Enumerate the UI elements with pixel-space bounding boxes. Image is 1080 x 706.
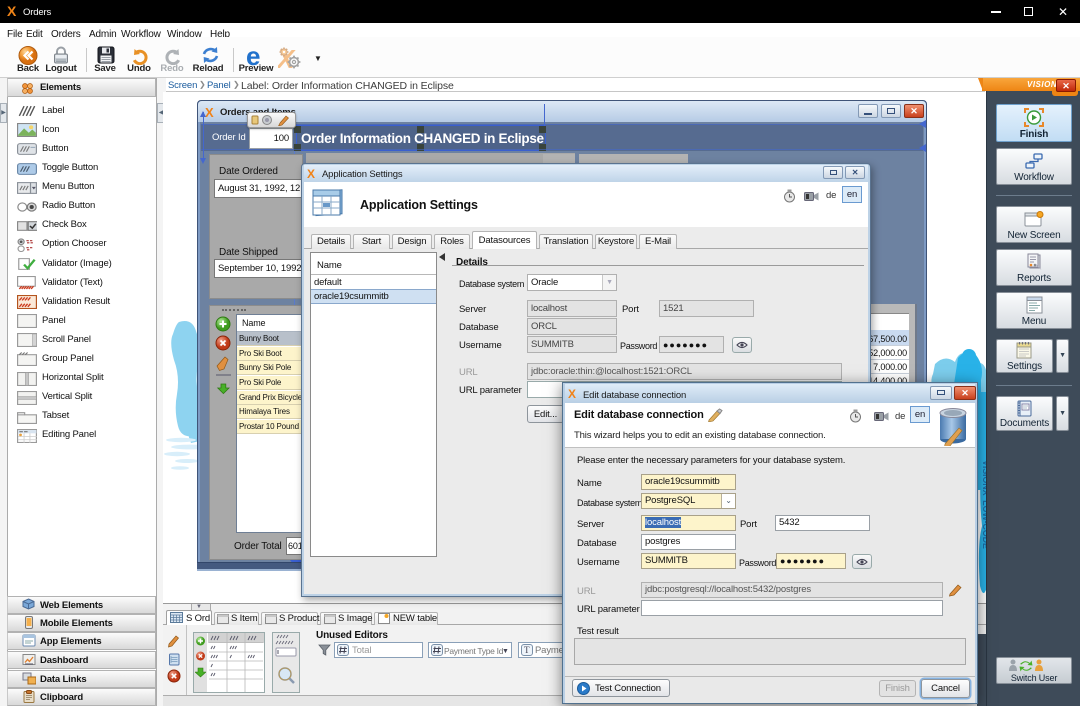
svg-text:T: T xyxy=(524,645,530,655)
